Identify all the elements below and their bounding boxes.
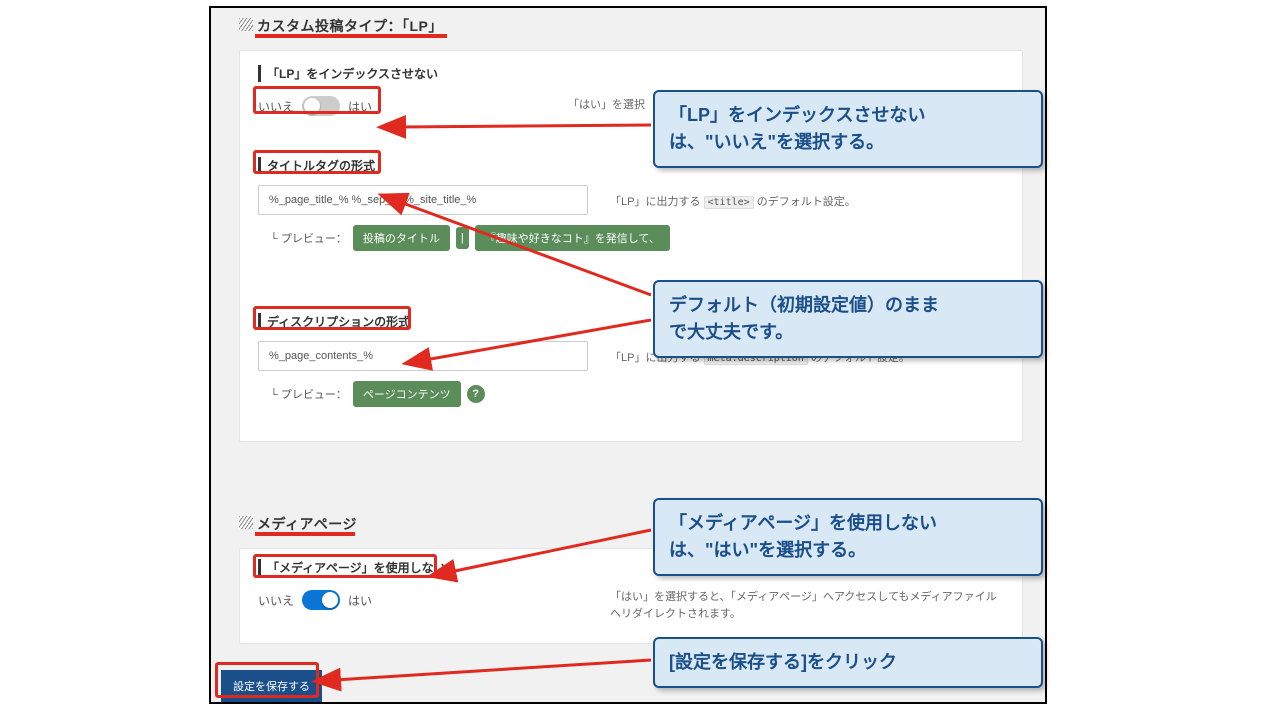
annotation-underline-2 <box>255 532 355 536</box>
noindex-hint-partial: 「はい」を選択 <box>568 96 645 112</box>
title-format-help: 「LP」に出力する <title> のデフォルト設定。 <box>610 193 856 209</box>
callout-save: [設定を保存する]をクリック <box>653 637 1043 688</box>
save-button[interactable]: 設定を保存する <box>221 670 322 702</box>
callout-defaults: デフォルト（初期設定値）のまま で大丈夫です。 <box>653 280 1043 358</box>
preview-tag-site-title: 『趣味や好きなコト』を発信して、 <box>475 225 670 251</box>
preview-label: └ プレビュー： <box>270 230 347 246</box>
section-title-custom-post-type: カスタム投稿タイプ：「LP」 <box>257 16 443 36</box>
preview-tag-post-title: 投稿のタイトル <box>353 225 450 251</box>
noindex-label: 「LP」をインデックスさせない <box>258 65 438 82</box>
callout-media: 「メディアページ」を使用しない は、"はい"を選択する。 <box>653 498 1043 576</box>
noindex-toggle-row: いいえ はい <box>258 96 438 116</box>
hatch-icon <box>239 18 253 31</box>
section-title-media-page: メディアページ <box>257 514 357 534</box>
description-format-label: ディスクリプションの形式 <box>258 313 410 330</box>
preview-tag-sep: | <box>456 227 469 249</box>
media-page-help: 「はい」を選択すると、「メディアページ」へアクセスしてもメディアファイルへリダイ… <box>610 589 1000 622</box>
noindex-toggle[interactable] <box>302 96 340 116</box>
media-page-label: 「メディアページ」を使用しない <box>258 559 446 576</box>
toggle-no-label-2: いいえ <box>258 592 294 609</box>
preview-tag-page-contents: ページコンテンツ <box>353 381 461 407</box>
code-chip-title: <title> <box>704 196 754 209</box>
toggle-yes-label: はい <box>348 98 372 115</box>
toggle-no-label: いいえ <box>258 98 294 115</box>
annotation-underline <box>255 34 447 38</box>
description-format-input[interactable] <box>258 341 588 371</box>
help-icon[interactable]: ? <box>467 385 485 403</box>
title-format-label: タイトルタグの形式 <box>258 157 375 174</box>
description-preview-row: └ プレビュー： ページコンテンツ ? <box>270 381 485 407</box>
title-preview-row: └ プレビュー： 投稿のタイトル | 『趣味や好きなコト』を発信して、 <box>270 225 670 251</box>
media-toggle[interactable] <box>302 590 340 610</box>
callout-noindex: 「LP」をインデックスさせない は、"いいえ"を選択する。 <box>653 90 1043 168</box>
toggle-yes-label-2: はい <box>348 592 372 609</box>
hatch-icon-2 <box>239 516 253 529</box>
preview-label-2: └ プレビュー： <box>270 386 347 402</box>
title-format-input[interactable] <box>258 185 588 215</box>
media-toggle-row: いいえ はい <box>258 590 446 610</box>
